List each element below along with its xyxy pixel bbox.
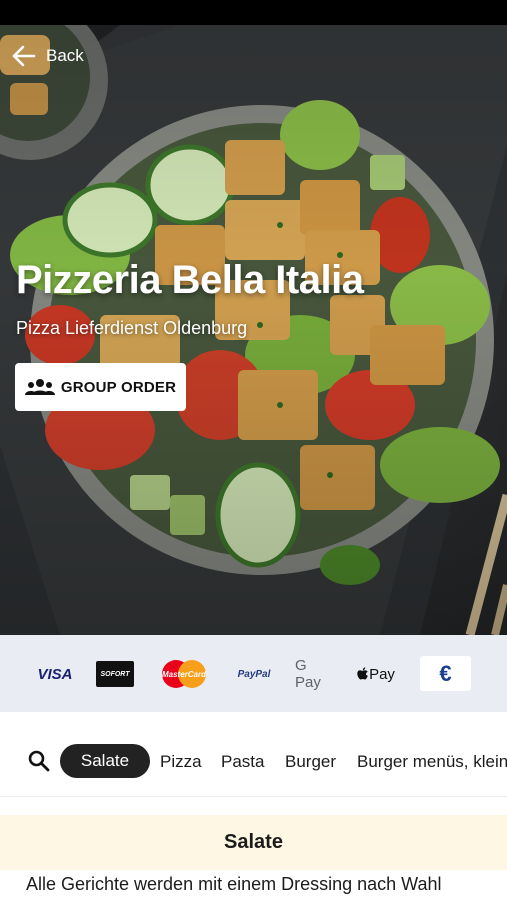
visa-logo: VISA [37, 665, 73, 683]
section-header: Salate [0, 815, 507, 870]
section-description: Alle Gerichte werden mit einem Dressing … [26, 874, 442, 894]
restaurant-title: Pizzeria Bella Italia [16, 258, 364, 302]
tab-burger-menus[interactable]: Burger menüs, klein [357, 752, 507, 772]
paypal-text: PayPal [237, 668, 271, 680]
back-button[interactable]: Back [12, 45, 84, 67]
back-label: Back [46, 46, 84, 65]
group-order-label: GROUP ORDER [60, 378, 177, 396]
status-bar [0, 0, 507, 25]
mastercard-logo: MasterCard [158, 659, 210, 689]
section-title: Salate [224, 831, 283, 853]
category-tabs: Salate Pizza Pasta Burger Burger menüs, … [0, 712, 507, 797]
cash-euro-badge: € [420, 656, 471, 691]
hero-banner: Back Pizzeria Bella Italia Pizza Lieferd… [0, 25, 507, 635]
search-icon[interactable] [28, 750, 50, 772]
group-order-button[interactable]: GROUP ORDER [15, 363, 186, 411]
restaurant-subtitle: Pizza Lieferdienst Oldenburg [16, 318, 248, 338]
apple-icon [357, 667, 368, 680]
tab-pasta[interactable]: Pasta [221, 752, 264, 772]
paypal-logo: PayPal [233, 659, 275, 689]
tab-burger[interactable]: Burger [285, 752, 336, 772]
apple-pay-text: Pay [369, 665, 395, 683]
tab-pizza[interactable]: Pizza [160, 752, 202, 772]
google-pay-logo: G Pay [295, 657, 321, 691]
payment-methods-bar: VISA SOFORT MasterCard PayPal G Pay Pay … [0, 635, 507, 712]
group-users-icon [24, 379, 55, 395]
mastercard-text: MasterCard [162, 670, 207, 679]
tab-salate[interactable]: Salate [60, 744, 150, 778]
arrow-left-icon [12, 45, 36, 67]
apple-pay-logo: Pay [356, 659, 396, 689]
sofort-logo: SOFORT [96, 661, 134, 687]
